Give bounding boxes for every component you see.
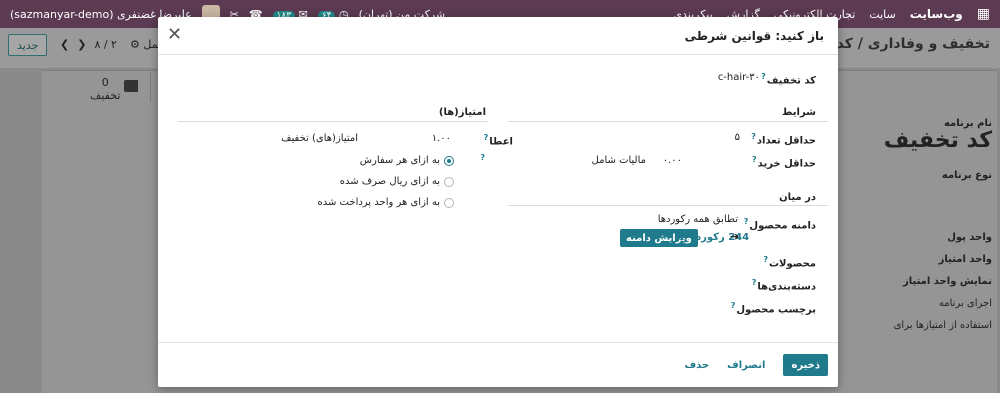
product-domain-label: دامنه محصول? xyxy=(743,217,816,232)
pager: ❮ ❯ ۸ / ۲ xyxy=(60,38,117,51)
close-icon[interactable]: ✕ xyxy=(167,26,182,44)
delete-button[interactable]: حذف xyxy=(685,360,710,371)
dialog-title: باز کنید: قوانین شرطی xyxy=(684,28,824,43)
refresh-icon[interactable]: ⟳ xyxy=(678,231,687,244)
coupons-count: 0 xyxy=(101,76,109,89)
records-count-link[interactable]: 244 رکورد xyxy=(696,232,749,243)
show-points-label: نمایش واحد امتیاز xyxy=(903,276,992,287)
radio-per-money-spent[interactable]: به ازای ریال صرف شده xyxy=(340,176,454,187)
divider xyxy=(508,205,828,206)
currency-label: واحد پول xyxy=(947,232,992,243)
divider xyxy=(178,121,488,122)
tag-icon xyxy=(124,80,138,92)
program-type-label: نوع برنامه xyxy=(941,170,992,181)
grant-mode-help: ? xyxy=(480,153,485,162)
program-name-value[interactable]: کد تخفیف xyxy=(884,128,992,153)
min-purchase-tax[interactable]: مالیات شامل xyxy=(592,155,646,166)
product-tag-label: برچسب محصول? xyxy=(730,301,816,316)
app-brand[interactable]: وب‌سایت xyxy=(910,7,963,21)
products-label: محصولات? xyxy=(763,255,816,270)
discount-code-value[interactable]: c-hair-۳۰ xyxy=(718,72,760,83)
save-button[interactable]: ذخیره xyxy=(783,354,828,376)
pager-prev-icon[interactable]: ❮ xyxy=(60,38,69,51)
radio-checked-icon xyxy=(444,155,454,166)
min-purchase-value[interactable]: ۰.۰۰ xyxy=(663,155,682,166)
radio-unchecked-icon xyxy=(444,176,454,187)
use-points-label: استفاده از امتیازها برای xyxy=(893,320,992,331)
dialog-header: باز کنید: قوانین شرطی xyxy=(158,17,838,55)
divider xyxy=(508,121,828,122)
conditions-section-title: شرایط xyxy=(782,107,816,118)
apps-grid-icon[interactable]: ▦ xyxy=(977,6,990,22)
gear-icon: ⚙ xyxy=(130,38,140,51)
discard-button[interactable]: انصراف xyxy=(727,360,765,371)
min-purchase-label: حداقل خرید? xyxy=(752,155,816,170)
among-section-title: در میان xyxy=(779,192,816,203)
grant-unit: امتیاز(های) تخفیف xyxy=(281,133,358,144)
pager-value[interactable]: ۸ / ۲ xyxy=(94,38,117,51)
dialog-footer: ذخیره انصراف حذف xyxy=(158,342,838,387)
min-qty-value[interactable]: ۵ xyxy=(735,132,740,143)
radio-per-unit-paid[interactable]: به ازای هر واحد پرداخت شده xyxy=(318,197,454,208)
discount-code-label: کد تخفیف? xyxy=(761,72,816,87)
min-qty-label: حداقل تعداد? xyxy=(751,132,816,147)
product-domain-value: تطابق همه رکوردها xyxy=(657,214,738,225)
points-section-title: امتیاز(ها) xyxy=(438,107,486,118)
new-button[interactable]: جدید xyxy=(8,34,48,56)
divider xyxy=(150,72,151,102)
radio-per-order[interactable]: به ازای هر سفارش xyxy=(360,155,454,166)
menu-site[interactable]: سایت xyxy=(869,8,895,21)
coupons-label: تخفیف xyxy=(90,89,121,102)
points-unit-label: واحد امتیاز xyxy=(938,254,992,265)
grant-label: اعطا? xyxy=(483,133,513,148)
conditional-rules-dialog: باز کنید: قوانین شرطی ✕ کد تخفیف? c-hair… xyxy=(158,17,838,387)
grant-value[interactable]: ۱.۰۰ xyxy=(432,133,451,144)
radio-unchecked-icon xyxy=(444,197,454,208)
pager-next-icon[interactable]: ❯ xyxy=(77,38,86,51)
apply-program-label: اجرای برنامه xyxy=(938,298,992,309)
categories-label: دسته‌بندی‌ها? xyxy=(751,278,816,293)
arrow-right-icon: ➔ xyxy=(730,230,740,243)
coupons-stat-button[interactable]: 0 تخفیف xyxy=(90,76,120,102)
